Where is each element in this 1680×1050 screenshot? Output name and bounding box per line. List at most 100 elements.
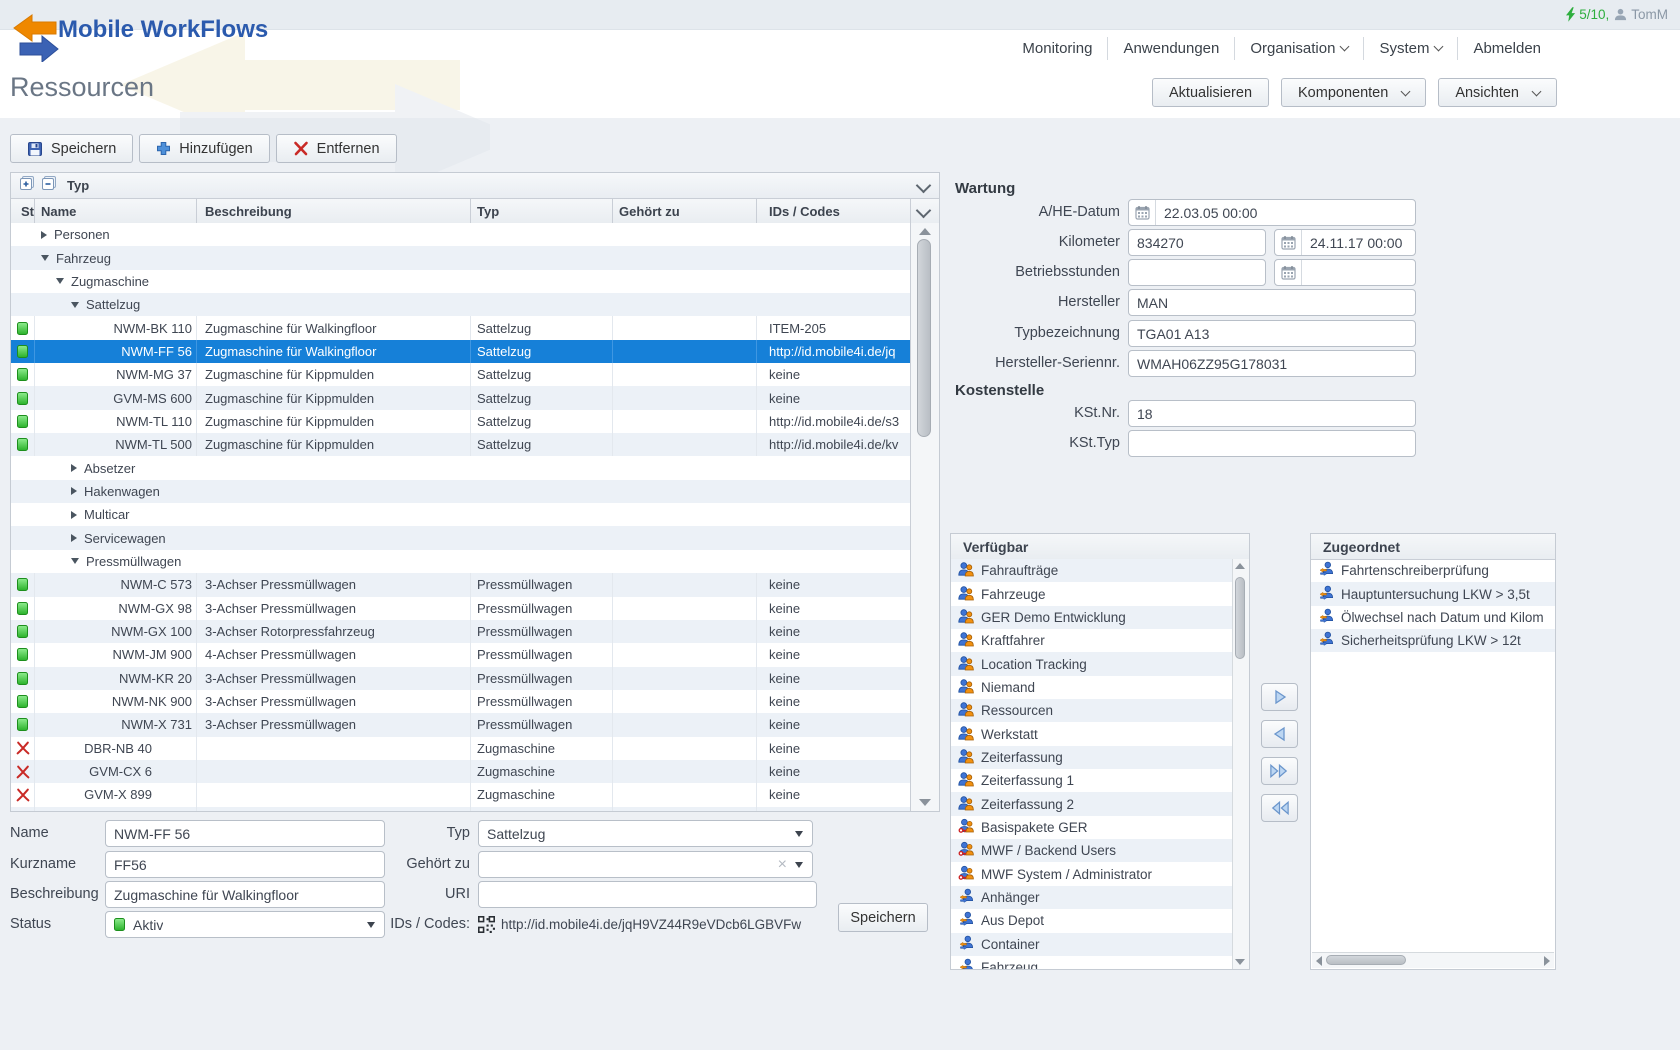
tree-group-row[interactable]: Hakenwagen	[11, 480, 911, 503]
expand-arrow-icon[interactable]	[71, 487, 77, 495]
column-header-5[interactable]: IDs / Codes	[757, 199, 910, 223]
table-row[interactable]: NWM-C 5733-Achser PressmüllwagenPressmül…	[11, 573, 911, 596]
collapse-arrow-icon[interactable]	[71, 302, 79, 308]
scrollbar-thumb[interactable]	[1326, 955, 1406, 965]
column-header-0[interactable]: St	[11, 199, 35, 223]
list-item[interactable]: Container	[951, 933, 1233, 956]
save-button[interactable]: Speichern	[10, 134, 133, 163]
list-item[interactable]: Fahraufträge	[951, 559, 1233, 582]
nav-item-monitoring[interactable]: Monitoring	[1007, 37, 1107, 60]
clear-icon[interactable]: ×	[778, 856, 787, 874]
header-action-komponenten[interactable]: Komponenten	[1281, 78, 1426, 107]
remove-button[interactable]: Entfernen	[276, 134, 397, 163]
kstnr-field[interactable]	[1128, 400, 1416, 427]
nav-item-anwendungen[interactable]: Anwendungen	[1107, 37, 1234, 60]
list-item[interactable]: Hauptuntersuchung LKW > 3,5t	[1311, 582, 1555, 605]
calendar-icon[interactable]	[1275, 260, 1302, 285]
expand-arrow-icon[interactable]	[71, 511, 77, 519]
tree-group-row[interactable]: Fahrzeug	[11, 246, 911, 269]
list-item[interactable]: Zeiterfassung 1	[951, 769, 1233, 792]
ksttyp-field[interactable]	[1128, 430, 1416, 457]
list-item[interactable]: Location Tracking	[951, 652, 1233, 675]
typbezeichnung-field[interactable]	[1128, 320, 1416, 347]
betriebsstunden-field[interactable]	[1128, 259, 1266, 286]
kilometer-field[interactable]	[1128, 229, 1266, 256]
list-item[interactable]: MWF System / Administrator	[951, 862, 1233, 885]
move-left-button[interactable]	[1261, 720, 1298, 748]
move-right-button[interactable]	[1261, 683, 1298, 711]
expand-arrow-icon[interactable]	[71, 464, 77, 472]
column-header-3[interactable]: Typ	[471, 199, 613, 223]
table-row[interactable]: NWM-FF 56Zugmaschine für WalkingfloorSat…	[11, 340, 911, 363]
nav-item-abmelden[interactable]: Abmelden	[1457, 37, 1556, 60]
list-item[interactable]: Kraftfahrer	[951, 629, 1233, 652]
kilometer-datum-field[interactable]: 24.11.17 00:00	[1274, 229, 1416, 256]
list-item[interactable]: Niemand	[951, 676, 1233, 699]
seriennr-field[interactable]	[1128, 350, 1416, 377]
scroll-down-icon[interactable]	[1235, 959, 1245, 965]
status-select[interactable]: Aktiv	[105, 911, 385, 938]
calendar-icon[interactable]	[1129, 200, 1156, 225]
list-item[interactable]: Basispakete GER	[951, 816, 1233, 839]
list-item[interactable]: Aus Depot	[951, 909, 1233, 932]
app-logo[interactable]	[8, 10, 60, 67]
expand-all-icon[interactable]	[19, 175, 35, 196]
expand-arrow-icon[interactable]	[41, 231, 47, 239]
typ-select[interactable]: Sattelzug	[478, 820, 813, 847]
expand-arrow-icon[interactable]	[71, 534, 77, 542]
scroll-left-icon[interactable]	[1316, 956, 1322, 966]
header-action-ansichten[interactable]: Ansichten	[1438, 78, 1557, 107]
table-row[interactable]: NWM-X 7313-Achser PressmüllwagenPressmül…	[11, 713, 911, 736]
table-row[interactable]: NWM-NK 9003-Achser PressmüllwagenPressmü…	[11, 690, 911, 713]
column-header-4[interactable]: Gehört zu	[613, 199, 757, 223]
gehoert-zu-select[interactable]: ×	[478, 851, 813, 878]
table-row[interactable]: NWM-MG 37Zugmaschine für KippmuldenSatte…	[11, 363, 911, 386]
table-row[interactable]: NWM-KR 203-Achser PressmüllwagenPressmül…	[11, 667, 911, 690]
collapse-arrow-icon[interactable]	[41, 255, 49, 261]
beschreibung-field[interactable]	[105, 881, 385, 908]
move-all-left-button[interactable]	[1261, 794, 1298, 822]
table-row[interactable]: NWM-GX 983-Achser PressmüllwagenPressmül…	[11, 597, 911, 620]
hersteller-field[interactable]	[1128, 289, 1416, 316]
table-row[interactable]: GVM-MS 600Zugmaschine für KippmuldenSatt…	[11, 386, 911, 409]
tree-group-row[interactable]: Zugmaschine	[11, 270, 911, 293]
scroll-up-icon[interactable]	[1235, 563, 1245, 569]
tree-group-row[interactable]: Absetzer	[11, 456, 911, 479]
add-button[interactable]: Hinzufügen	[139, 134, 269, 163]
list-item[interactable]: MWF / Backend Users	[951, 839, 1233, 862]
list-item[interactable]: Werkstatt	[951, 722, 1233, 745]
table-row[interactable]	[11, 807, 911, 811]
scroll-right-icon[interactable]	[1544, 956, 1550, 966]
move-all-right-button[interactable]	[1261, 757, 1298, 785]
column-header-1[interactable]: Name	[35, 199, 197, 223]
list-item[interactable]: Ressourcen	[951, 699, 1233, 722]
tree-group-row[interactable]: Sattelzug	[11, 293, 911, 316]
list-item[interactable]: Anhänger	[951, 886, 1233, 909]
table-row[interactable]: NWM-TL 500Zugmaschine für KippmuldenSatt…	[11, 433, 911, 456]
scroll-down-icon[interactable]	[919, 799, 931, 806]
tree-group-row[interactable]: Pressmüllwagen	[11, 550, 911, 573]
list-item[interactable]: GER Demo Entwicklung	[951, 606, 1233, 629]
name-field[interactable]	[105, 820, 385, 847]
table-row[interactable]: NWM-GX 1003-Achser RotorpressfahrzeugPre…	[11, 620, 911, 643]
table-row[interactable]: GVM-X 899Zugmaschinekeine	[11, 783, 911, 806]
kurzname-field[interactable]	[105, 851, 385, 878]
tree-group-row[interactable]: Servicewagen	[11, 526, 911, 549]
table-row[interactable]: NWM-JM 9004-Achser PressmüllwagenPressmü…	[11, 643, 911, 666]
nav-item-organisation[interactable]: Organisation	[1234, 37, 1363, 60]
ahe-datum-field[interactable]: 22.03.05 00:00	[1128, 199, 1416, 226]
calendar-icon[interactable]	[1275, 230, 1302, 255]
betriebsstunden-datum-field[interactable]	[1274, 259, 1416, 286]
list-item[interactable]: Fahrzeuge	[951, 582, 1233, 605]
form-save-button[interactable]: Speichern	[838, 903, 928, 932]
list-item[interactable]: Fahrtenschreiberprüfung	[1311, 559, 1555, 582]
nav-item-system[interactable]: System	[1363, 37, 1457, 60]
uri-field[interactable]	[478, 881, 817, 908]
list-item[interactable]: Ölwechsel nach Datum und Kilom	[1311, 606, 1555, 629]
list-item[interactable]: Sicherheitsprüfung LKW > 12t	[1311, 629, 1555, 652]
table-row[interactable]: DBR-NB 40Zugmaschinekeine	[11, 737, 911, 760]
available-scrollbar[interactable]	[1232, 559, 1249, 969]
table-row[interactable]: NWM-TL 110Zugmaschine für KippmuldenSatt…	[11, 410, 911, 433]
collapse-all-icon[interactable]	[41, 175, 57, 196]
table-row[interactable]: NWM-BK 110Zugmaschine für WalkingfloorSa…	[11, 316, 911, 339]
